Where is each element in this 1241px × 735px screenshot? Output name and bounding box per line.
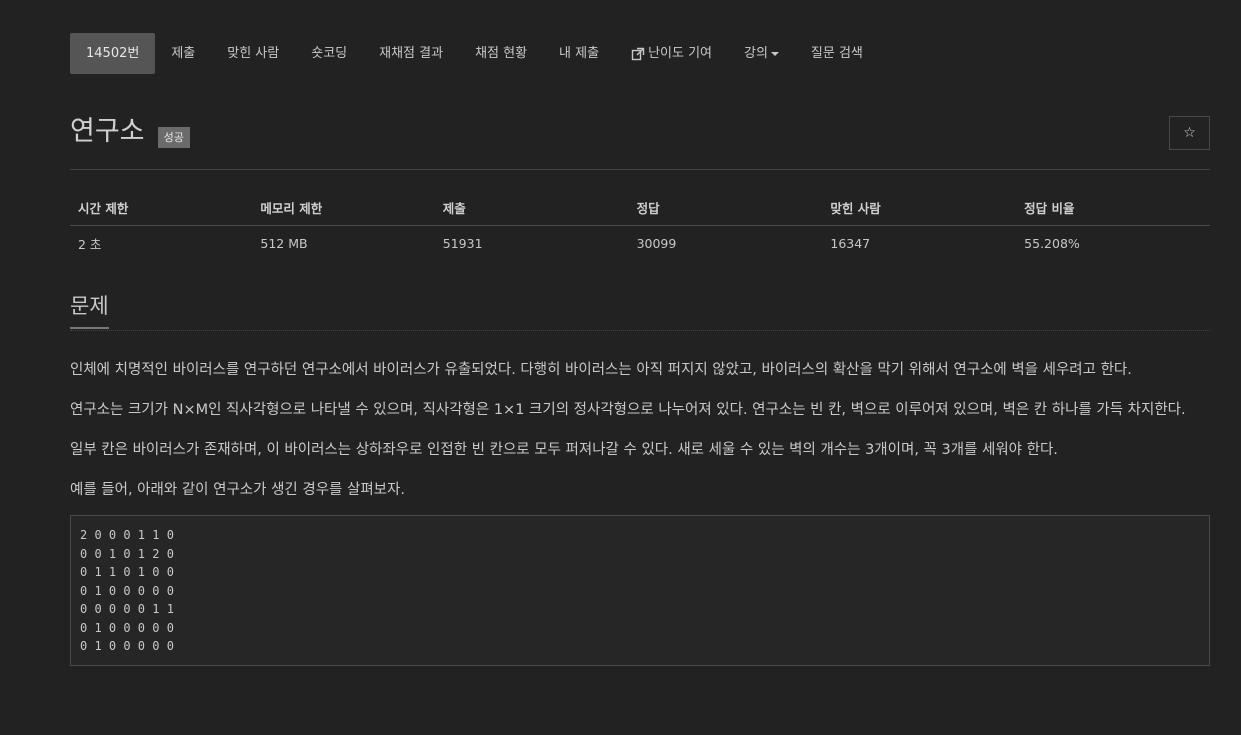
nav-label: 제출 xyxy=(171,46,196,61)
nav-lectures-dropdown[interactable]: 강의 xyxy=(728,33,795,74)
description-paragraph: 연구소는 크기가 N×M인 직사각형으로 나타낼 수 있으며, 직사각형은 1×… xyxy=(70,402,1186,418)
nav-label: 숏코딩 xyxy=(311,46,348,61)
nav-submit[interactable]: 제출 xyxy=(155,33,211,74)
main-container: 14502번 제출 맞힌 사람 숏코딩 재채점 결과 채점 현황 내 제출 난이… xyxy=(70,33,1210,666)
value-submissions: 51931 xyxy=(442,236,483,251)
nav-label: 난이도 기여 xyxy=(648,46,712,61)
nav-label: 재채점 결과 xyxy=(379,46,444,61)
problem-section-header: 문제 xyxy=(70,291,1210,331)
nav-question-search[interactable]: 질문 검색 xyxy=(795,33,879,74)
section-title: 문제 xyxy=(70,291,109,329)
nav-my-submissions[interactable]: 내 제출 xyxy=(543,33,615,74)
table-row: 2 초 512 MB 51931 30099 16347 55.208% xyxy=(70,226,1210,262)
nav-solved-users[interactable]: 맞힌 사람 xyxy=(211,33,295,74)
nav-label: 강의 xyxy=(744,46,768,61)
nav-label: 내 제출 xyxy=(559,46,600,61)
header-correct: 정답 xyxy=(628,190,823,226)
example-grid: 2 0 0 0 1 1 0 0 0 1 0 1 2 0 0 1 1 0 1 0 … xyxy=(70,515,1210,666)
header-memory-limit: 메모리 제한 xyxy=(252,190,435,226)
status-badge: 성공 xyxy=(157,127,190,148)
nav-label: 질문 검색 xyxy=(810,46,863,61)
header-correct-ratio: 정답 비율 xyxy=(1016,190,1210,226)
nav-problem-number[interactable]: 14502번 xyxy=(70,33,156,74)
value-correct-ratio: 55.208% xyxy=(1024,236,1080,251)
value-time-limit: 2 초 xyxy=(78,237,102,252)
star-icon: ☆ xyxy=(1183,125,1196,141)
nav-rejudge-result[interactable]: 재채점 결과 xyxy=(363,33,459,74)
value-memory-limit: 512 MB xyxy=(260,236,308,251)
caret-down-icon xyxy=(770,51,779,56)
header-solved-users: 맞힌 사람 xyxy=(822,190,1017,226)
nav-label: 14502번 xyxy=(86,46,140,61)
problem-description: 인체에 치명적인 바이러스를 연구하던 연구소에서 바이러스가 유출되었다. 다… xyxy=(70,355,1210,666)
nav-label: 맞힌 사람 xyxy=(227,46,280,61)
table-header-row: 시간 제한 메모리 제한 제출 정답 맞힌 사람 정답 비율 xyxy=(70,190,1210,226)
description-paragraph: 일부 칸은 바이러스가 존재하며, 이 바이러스는 상하좌우로 인접한 빈 칸으… xyxy=(70,442,1058,458)
nav-label: 채점 현황 xyxy=(475,46,528,61)
problem-info-table: 시간 제한 메모리 제한 제출 정답 맞힌 사람 정답 비율 2 초 512 M… xyxy=(70,190,1210,261)
value-solved-users: 16347 xyxy=(830,236,871,251)
problem-title-row: 연구소 성공 ☆ xyxy=(70,114,1210,170)
problem-nav: 14502번 제출 맞힌 사람 숏코딩 재채점 결과 채점 현황 내 제출 난이… xyxy=(70,33,1210,74)
star-button[interactable]: ☆ xyxy=(1169,116,1210,150)
nav-difficulty-contribution[interactable]: 난이도 기여 xyxy=(615,33,728,74)
description-paragraph: 인체에 치명적인 바이러스를 연구하던 연구소에서 바이러스가 유출되었다. 다… xyxy=(70,362,1132,378)
description-paragraph: 예를 들어, 아래와 같이 연구소가 생긴 경우를 살펴보자. xyxy=(70,482,405,498)
page-title: 연구소 xyxy=(70,116,145,147)
header-submissions: 제출 xyxy=(434,190,629,226)
nav-judge-status[interactable]: 채점 현황 xyxy=(459,33,543,74)
external-link-icon xyxy=(631,47,645,61)
header-time-limit: 시간 제한 xyxy=(70,190,253,226)
nav-short-coding[interactable]: 숏코딩 xyxy=(295,33,363,74)
value-correct: 30099 xyxy=(636,236,677,251)
